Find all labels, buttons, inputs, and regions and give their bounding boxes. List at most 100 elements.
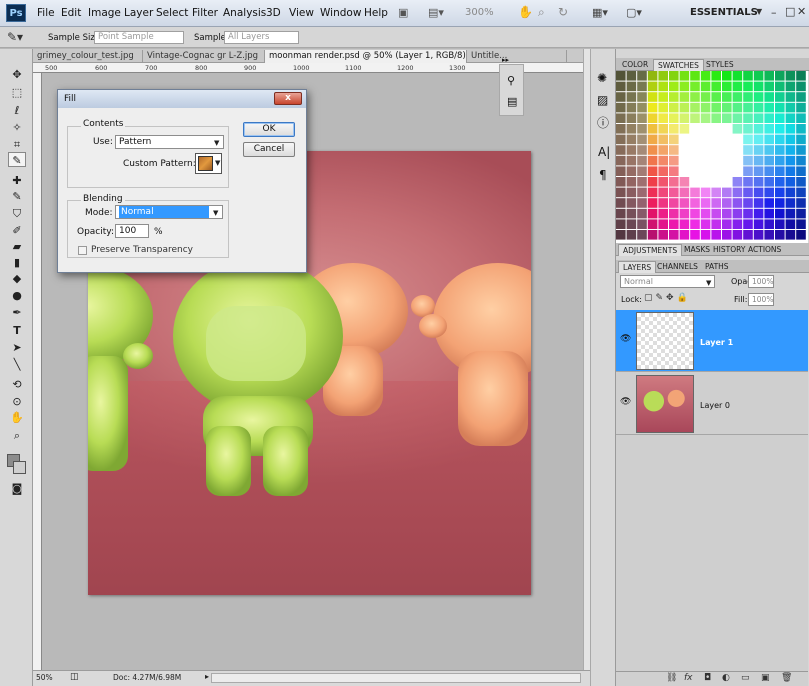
swatch-cell[interactable] [775,71,785,81]
eyedropper-preset-icon[interactable]: ✎▾ [7,30,23,44]
swatch-cell[interactable] [690,145,700,155]
swatch-cell[interactable] [700,198,711,208]
swatch-cell[interactable] [658,166,668,176]
swatch-cell[interactable] [764,208,774,219]
dialog-close-button[interactable]: x [274,92,302,105]
swatch-cell[interactable] [690,124,700,134]
swatch-cell[interactable] [679,166,690,176]
hand-tool-icon[interactable]: ✋ [9,410,25,425]
menu-file[interactable]: File [37,7,55,19]
swatch-cell[interactable] [626,92,637,102]
swatches-grid[interactable] [616,71,808,243]
lock-icons[interactable]: ▢✎✥🔒 [644,293,691,303]
swatch-cell[interactable] [647,198,658,208]
new-layer-icon[interactable]: ▣ [761,673,770,683]
swatch-cell[interactable] [711,134,721,145]
eye-icon[interactable]: 👁 [620,334,631,344]
swatch-cell[interactable] [700,230,711,240]
layer-mask-icon[interactable]: ◘ [704,673,711,683]
ok-button[interactable]: OK [243,122,295,137]
sample-size-select[interactable]: Point Sample [94,31,184,44]
rotate-view-icon[interactable]: ↻ [558,5,568,21]
swatch-cell[interactable] [626,219,637,229]
swatch-cell[interactable] [722,219,732,229]
swatch-cell[interactable] [753,187,764,198]
swatch-cell[interactable] [775,177,785,187]
swatch-cell[interactable] [722,102,732,113]
view-extras-icon[interactable]: ▤▾ [428,6,444,22]
swatch-cell[interactable] [785,145,796,155]
swatch-cell[interactable] [626,208,637,219]
tab-styles[interactable]: STYLES [702,59,738,71]
swatch-cell[interactable] [732,187,743,198]
swatch-cell[interactable] [690,92,700,102]
swatch-cell[interactable] [647,166,658,176]
swatch-cell[interactable] [700,102,711,113]
lasso-tool-icon[interactable]: ℓ [9,103,25,118]
swatch-cell[interactable] [743,102,753,113]
swatch-cell[interactable] [785,134,796,145]
delete-layer-icon[interactable]: 🗑 [781,673,792,683]
menu-filter[interactable]: Filter [192,7,218,19]
swatch-cell[interactable] [658,208,668,219]
swatch-cell[interactable] [616,155,626,166]
preserve-transparency-checkbox[interactable] [78,246,87,255]
swatch-cell[interactable] [647,113,658,123]
swatch-cell[interactable] [626,145,637,155]
tool-presets-icon[interactable]: ▤ [507,95,517,108]
tab-grimey[interactable]: grimey_colour_test.jpg [33,50,143,63]
swatch-cell[interactable] [732,198,743,208]
swatch-cell[interactable] [647,219,658,229]
horizontal-scrollbar[interactable] [211,673,581,683]
swatch-cell[interactable] [616,124,626,134]
swatch-cell[interactable] [753,145,764,155]
swatch-cell[interactable] [753,177,764,187]
swatch-cell[interactable] [732,124,743,134]
swatch-cell[interactable] [764,198,774,208]
swatch-cell[interactable] [647,230,658,240]
tab-adjustments[interactable]: ADJUSTMENTS [618,244,683,256]
3d-orbit-tool-icon[interactable]: ⊙ [9,394,25,409]
swatch-cell[interactable] [700,113,711,123]
swatch-cell[interactable] [626,177,637,187]
swatch-cell[interactable] [679,219,690,229]
dialog-titlebar[interactable]: Fill x [58,90,306,108]
swatch-cell[interactable] [722,81,732,92]
tab-vintage-cognac[interactable]: Vintage-Cognac gr L-Z.jpg [143,50,265,63]
swatch-cell[interactable] [722,155,732,166]
swatch-cell[interactable] [732,81,743,92]
swatch-cell[interactable] [690,198,700,208]
swatch-cell[interactable] [669,81,679,92]
clone-stamp-tool-icon[interactable]: ⛉ [9,206,25,221]
swatch-cell[interactable] [616,71,626,81]
swatch-cell[interactable] [764,124,774,134]
mode-select[interactable]: Normal ▼ [115,205,223,219]
swatch-cell[interactable] [658,230,668,240]
swatch-cell[interactable] [690,230,700,240]
swatch-cell[interactable] [785,92,796,102]
swatch-cell[interactable] [637,198,647,208]
zoom-level-control[interactable]: 300% [465,7,494,23]
swatch-cell[interactable] [711,166,721,176]
eye-icon[interactable]: 👁 [620,397,631,407]
swatch-cell[interactable] [711,113,721,123]
swatch-cell[interactable] [626,198,637,208]
swatch-cell[interactable] [669,155,679,166]
3d-rotate-tool-icon[interactable]: ⟲ [9,377,25,392]
swatch-cell[interactable] [711,187,721,198]
swatch-cell[interactable] [764,166,774,176]
swatch-cell[interactable] [785,208,796,219]
swatch-cell[interactable] [626,102,637,113]
menu-image[interactable]: Image [88,7,121,19]
swatch-cell[interactable] [711,81,721,92]
menu-select[interactable]: Select [156,7,188,19]
swatch-cell[interactable] [722,187,732,198]
swatch-cell[interactable] [679,71,690,81]
path-select-tool-icon[interactable]: ➤ [9,340,25,355]
zoom-tool-icon[interactable]: ⌕ [9,428,25,443]
swatch-cell[interactable] [743,177,753,187]
swatch-cell[interactable] [775,92,785,102]
layer-row[interactable]: 👁 Layer 1 [616,310,808,372]
swatch-cell[interactable] [775,124,785,134]
swatch-cell[interactable] [785,81,796,92]
